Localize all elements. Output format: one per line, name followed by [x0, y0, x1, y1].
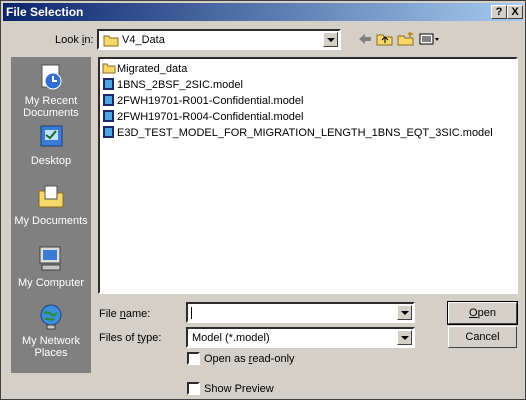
file-selection-dialog: File Selection ? X Look in: V4_Data My R…	[0, 0, 526, 400]
list-item[interactable]: 1BNS_2BSF_2SIC.model	[102, 77, 243, 93]
place-desktop[interactable]: Desktop	[11, 123, 91, 167]
text-cursor	[191, 307, 192, 319]
place-my-recent-documents[interactable]: My Recent Documents	[11, 63, 91, 119]
folder-icon	[102, 63, 116, 74]
help-button[interactable]: ?	[491, 5, 507, 19]
model-file-icon	[103, 126, 114, 138]
desktop-icon	[40, 125, 63, 147]
show-preview-label[interactable]: Show Preview	[204, 383, 274, 395]
folder-icon	[103, 35, 119, 47]
place-my-documents[interactable]: My Documents	[11, 183, 91, 227]
file-list[interactable]: Migrated_data 1BNS_2BSF_2SIC.model 2FWH1…	[98, 57, 518, 294]
list-item[interactable]: 2FWH19701-R001-Confidential.model	[102, 93, 303, 109]
show-preview-checkbox[interactable]	[187, 382, 200, 395]
recent-documents-icon	[41, 64, 62, 90]
chevron-down-icon[interactable]	[323, 32, 338, 47]
up-folder-icon[interactable]	[376, 31, 394, 47]
back-icon[interactable]	[356, 31, 374, 47]
look-in-dropdown[interactable]: V4_Data	[97, 29, 341, 50]
open-read-only-checkbox[interactable]	[187, 352, 200, 365]
chevron-down-icon[interactable]	[397, 330, 412, 345]
places-bar: My Recent Documents Desktop My Documents …	[11, 57, 91, 373]
view-menu-icon[interactable]	[419, 31, 441, 47]
model-file-icon	[103, 94, 114, 106]
open-read-only-label[interactable]: Open as read-only	[204, 353, 295, 365]
list-item[interactable]: 2FWH19701-R004-Confidential.model	[102, 109, 303, 125]
files-of-type-dropdown[interactable]: Model (*.model)	[186, 327, 415, 348]
place-my-computer[interactable]: My Computer	[11, 245, 91, 289]
file-name-label: File name:	[99, 308, 151, 320]
file-name-input[interactable]	[186, 302, 415, 323]
open-button[interactable]: Open	[447, 301, 518, 325]
my-documents-icon	[38, 185, 64, 208]
list-item[interactable]: E3D_TEST_MODEL_FOR_MIGRATION_LENGTH_1BNS…	[102, 125, 493, 141]
place-my-network-places[interactable]: My Network Places	[11, 303, 91, 359]
close-button[interactable]: X	[507, 5, 523, 19]
model-file-icon	[103, 78, 114, 90]
title-bar[interactable]: File Selection ? X	[3, 3, 523, 21]
list-item[interactable]: Migrated_data	[102, 61, 187, 77]
chevron-down-icon[interactable]	[397, 305, 412, 320]
my-computer-icon	[39, 246, 61, 271]
files-of-type-label: Files of type:	[99, 332, 162, 344]
look-in-label: Look in:	[55, 34, 94, 46]
dialog-title: File Selection	[6, 5, 84, 19]
new-folder-icon[interactable]	[397, 31, 415, 47]
model-file-icon	[103, 110, 114, 122]
files-of-type-value: Model (*.model)	[192, 332, 270, 344]
cancel-button[interactable]: Cancel	[448, 326, 517, 348]
my-network-places-icon	[40, 304, 62, 330]
look-in-value: V4_Data	[122, 34, 165, 46]
